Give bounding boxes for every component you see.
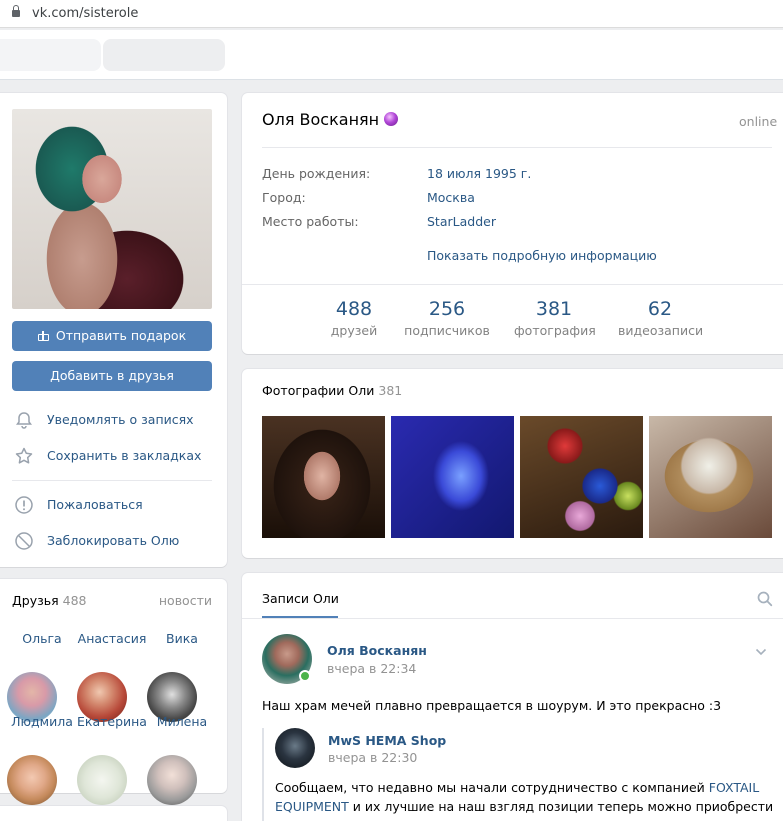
post-text: Наш храм мечей плавно превращается в шоу… xyxy=(262,698,722,713)
chevron-down-icon[interactable] xyxy=(755,646,767,658)
repost-text: Сообщаем, что недавно мы начали сотрудни… xyxy=(275,780,774,821)
repost-time[interactable]: вчера в 22:30 xyxy=(328,750,417,765)
notify-posts-item[interactable]: Уведомлять о записях xyxy=(12,408,212,432)
profile-avatar[interactable] xyxy=(12,109,212,309)
repost-author-name[interactable]: MwS HEMA Shop xyxy=(328,733,446,748)
crystal-ball-emoji-icon xyxy=(384,112,399,126)
block-user-item[interactable]: Заблокировать Олю xyxy=(12,529,212,553)
friends-card: Друзья 488 новости Ольга Анастасия Вика Л… xyxy=(0,579,227,805)
repost-author-avatar[interactable] xyxy=(275,728,315,768)
profile-info-card: Оля Восканян online День рождения: 18 ию… xyxy=(242,93,783,354)
friend-avatar xyxy=(77,755,127,805)
show-more-info-link[interactable]: Показать подробную информацию xyxy=(427,248,657,263)
browser-url-bar[interactable]: vk.com/sisterole xyxy=(0,0,783,28)
friend-item[interactable]: Вика xyxy=(147,625,217,722)
star-icon xyxy=(15,447,33,464)
online-status: online xyxy=(739,114,778,129)
block-icon xyxy=(15,532,33,550)
profile-name: Оля Восканян xyxy=(262,110,399,129)
divider xyxy=(242,618,783,619)
profile-left-card: Отправить подарок Добавить в друзья Увед… xyxy=(0,93,227,567)
divider xyxy=(262,147,772,148)
vk-header xyxy=(0,30,783,80)
exclamation-icon xyxy=(15,496,33,514)
work-value[interactable]: StarLadder xyxy=(427,214,496,229)
photo-thumbnail[interactable] xyxy=(262,416,385,538)
photo-thumbnail[interactable] xyxy=(391,416,514,538)
post-time[interactable]: вчера в 22:34 xyxy=(327,661,416,676)
friends-news-link[interactable]: новости xyxy=(159,593,212,608)
photos-header[interactable]: Фотографии Оли 381 xyxy=(262,383,402,398)
birthday-label: День рождения: xyxy=(262,166,371,181)
left-next-card xyxy=(0,806,227,821)
bell-icon xyxy=(16,412,32,429)
friend-item[interactable]: Анастасия xyxy=(77,625,147,722)
search-icon[interactable] xyxy=(757,591,773,607)
photo-thumbnail[interactable] xyxy=(520,416,643,538)
wall-card: Записи Оли Оля Восканян вчера в 22:34 На… xyxy=(242,573,783,821)
friend-item[interactable]: Екатерина xyxy=(77,708,147,805)
counter-friends[interactable]: 488 друзей xyxy=(328,298,380,338)
send-gift-button[interactable]: Отправить подарок xyxy=(12,321,212,351)
friend-avatar xyxy=(7,755,57,805)
online-indicator xyxy=(299,670,311,682)
friend-item[interactable]: Ольга xyxy=(7,625,77,722)
friend-item[interactable]: Людмила xyxy=(7,708,77,805)
gift-icon xyxy=(37,331,49,341)
save-bookmark-item[interactable]: Сохранить в закладках xyxy=(12,444,212,468)
header-search-field[interactable] xyxy=(103,39,225,71)
url-text[interactable]: vk.com/sisterole xyxy=(32,6,138,21)
photo-thumbnail[interactable] xyxy=(649,416,772,538)
add-friend-button[interactable]: Добавить в друзья xyxy=(12,361,212,391)
counter-photos[interactable]: 381 фотография xyxy=(514,298,596,338)
header-search-placeholder[interactable] xyxy=(0,39,101,71)
tab-wall-posts[interactable]: Записи Оли xyxy=(262,591,339,606)
lock-icon xyxy=(12,5,20,18)
friend-item[interactable]: Милена xyxy=(147,708,217,805)
friends-header[interactable]: Друзья 488 xyxy=(12,593,87,608)
report-item[interactable]: Пожаловаться xyxy=(12,493,212,517)
birthday-value[interactable]: 18 июля 1995 г. xyxy=(427,166,531,181)
post-author-name[interactable]: Оля Восканян xyxy=(327,643,427,658)
counter-followers[interactable]: 256 подписчиков xyxy=(404,298,490,338)
counter-videos[interactable]: 62 видеозаписи xyxy=(618,298,703,338)
city-value[interactable]: Москва xyxy=(427,190,475,205)
repost-quote-bar xyxy=(262,728,264,821)
divider xyxy=(242,284,783,285)
city-label: Город: xyxy=(262,190,306,205)
photos-card: Фотографии Оли 381 xyxy=(242,369,783,558)
menu-divider xyxy=(12,480,212,481)
work-label: Место работы: xyxy=(262,214,359,229)
friend-avatar xyxy=(147,755,197,805)
